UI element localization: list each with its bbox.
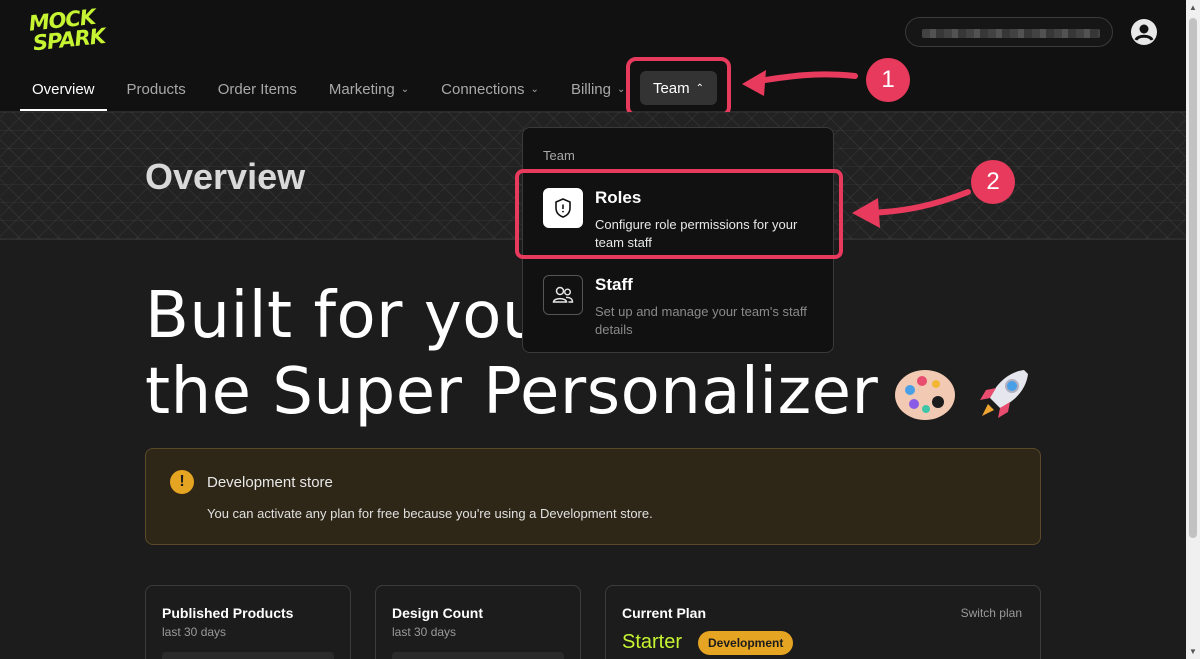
scroll-down-icon[interactable]: ▼: [1189, 647, 1197, 656]
current-plan-card: Current Plan Switch plan Starter Develop…: [605, 585, 1041, 659]
nav-connections[interactable]: Connections ⌄: [429, 70, 551, 108]
scroll-up-icon[interactable]: ▲: [1189, 3, 1197, 12]
step-2-badge: 2: [971, 160, 1015, 204]
redacted-text: [922, 29, 1100, 38]
chevron-down-icon: ⌄: [530, 83, 539, 95]
published-products-card: Published Products last 30 days: [145, 585, 351, 659]
chevron-up-icon: ⌃: [695, 82, 705, 94]
menu-item-roles[interactable]: Roles Configure role permissions for you…: [523, 180, 835, 264]
step-1-badge: 1: [866, 58, 910, 102]
notice-body: You can activate any plan for free becau…: [207, 506, 653, 521]
page-title: Overview: [145, 156, 306, 197]
hero-line-2-text: the Super Personalizer: [145, 355, 879, 429]
design-count-card: Design Count last 30 days: [375, 585, 581, 659]
card-title: Published Products: [162, 605, 294, 621]
menu-item-description: Configure role permissions for your team…: [595, 217, 798, 250]
nav-products-label: Products: [126, 80, 186, 98]
card-value-placeholder: [162, 652, 334, 659]
nav-billing-label: Billing: [570, 80, 611, 98]
menu-item-title: Roles: [595, 188, 642, 207]
nav-marketing[interactable]: Marketing ⌄: [317, 70, 421, 108]
nav-order-items[interactable]: Order Items: [206, 70, 309, 108]
shield-icon: [543, 188, 583, 228]
palette-icon: [895, 370, 956, 421]
top-bar: MOCK SPARK Overview Products Order Items…: [0, 0, 1186, 117]
nav-overview-label: Overview: [32, 80, 95, 98]
main-nav: Overview Products Order Items Marketing …: [20, 70, 645, 112]
menu-item-staff[interactable]: Staff Set up and manage your team's staf…: [523, 267, 835, 351]
scrollbar[interactable]: ▲ ▼: [1186, 0, 1200, 659]
chevron-down-icon: ⌄: [616, 83, 626, 95]
development-store-notice: ! Development store You can activate any…: [145, 448, 1041, 545]
nav-team-label: Team: [652, 79, 690, 97]
notice-title: Development store: [207, 474, 333, 491]
plan-name: Starter: [622, 631, 683, 653]
card-subtitle: last 30 days: [162, 625, 227, 639]
users-icon: [543, 275, 583, 315]
card-title: Current Plan: [622, 605, 707, 621]
account-icon[interactable]: [1130, 18, 1158, 46]
mockspark-logo[interactable]: MOCK SPARK: [28, 4, 122, 59]
team-dropdown-menu: Team Roles Configure role permissions fo…: [522, 127, 834, 353]
rocket-icon: [980, 370, 1029, 419]
nav-team-button[interactable]: Team ⌃: [640, 71, 717, 105]
switch-plan-link[interactable]: Switch plan: [961, 606, 1022, 620]
card-title: Design Count: [392, 605, 483, 621]
nav-products[interactable]: Products: [115, 70, 198, 108]
nav-connections-label: Connections: [441, 80, 525, 98]
scroll-thumb[interactable]: [1189, 18, 1197, 538]
chevron-down-icon: ⌄: [400, 83, 410, 95]
nav-order-items-label: Order Items: [217, 80, 297, 98]
card-subtitle: last 30 days: [392, 625, 457, 639]
nav-marketing-label: Marketing: [328, 80, 395, 98]
dropdown-header: Team: [543, 148, 575, 163]
hero-line-2: the Super Personalizer: [145, 354, 1034, 430]
warning-icon: !: [170, 470, 194, 494]
nav-overview[interactable]: Overview: [20, 70, 107, 111]
menu-item-title: Staff: [595, 275, 633, 294]
team-highlight-box: Team ⌃: [626, 57, 731, 117]
account-email-pill[interactable]: [905, 17, 1113, 47]
card-value-placeholder: [392, 652, 564, 659]
menu-item-description: Set up and manage your team's staff deta…: [595, 304, 807, 337]
plan-badge: Development: [698, 631, 794, 655]
